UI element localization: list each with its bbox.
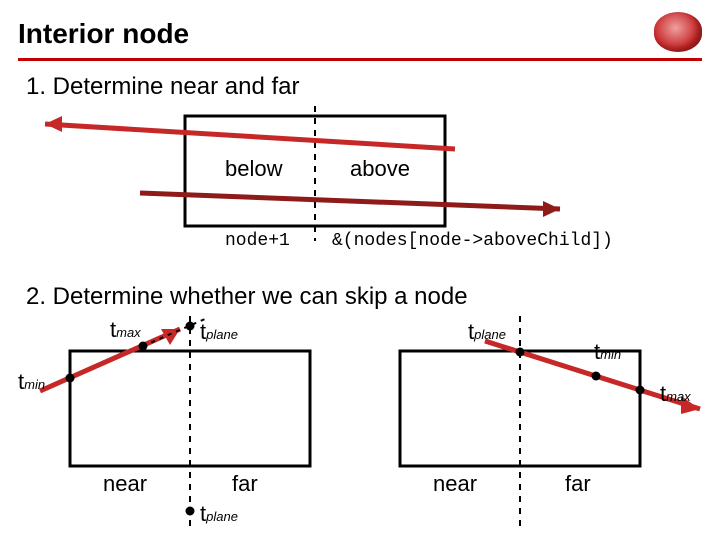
label-near-left: near [103, 471, 147, 497]
label-tplane-left-top: tplane [200, 319, 238, 345]
label-far-right: far [565, 471, 591, 497]
label-tplane-left-bottom: tplane [200, 501, 238, 527]
label-near-right: near [433, 471, 477, 497]
page-title: Interior node [0, 0, 720, 58]
label-above: above [350, 156, 410, 182]
code-left: node+1 [225, 231, 290, 251]
label-far-left: far [232, 471, 258, 497]
title-rule [18, 58, 702, 61]
label-tplane-right: tplane [468, 319, 506, 345]
label-tmax-left: tmax [110, 317, 141, 343]
label-tmin-right: tmin [594, 339, 621, 365]
label-tmax-right: tmax [660, 381, 691, 407]
teapot-logo [654, 12, 702, 52]
step-2: 2. Determine whether we can skip a node [0, 283, 720, 311]
label-tmin-left: tmin [18, 369, 45, 395]
label-below: below [225, 156, 282, 182]
diagram-1: below above node+1 &(nodes[node->aboveCh… [0, 101, 720, 271]
code-right: &(nodes[node->aboveChild]) [332, 231, 613, 251]
diagram-2: tmax tmin tplane tplane near far tplane … [0, 311, 720, 541]
step-1: 1. Determine near and far [0, 73, 720, 101]
